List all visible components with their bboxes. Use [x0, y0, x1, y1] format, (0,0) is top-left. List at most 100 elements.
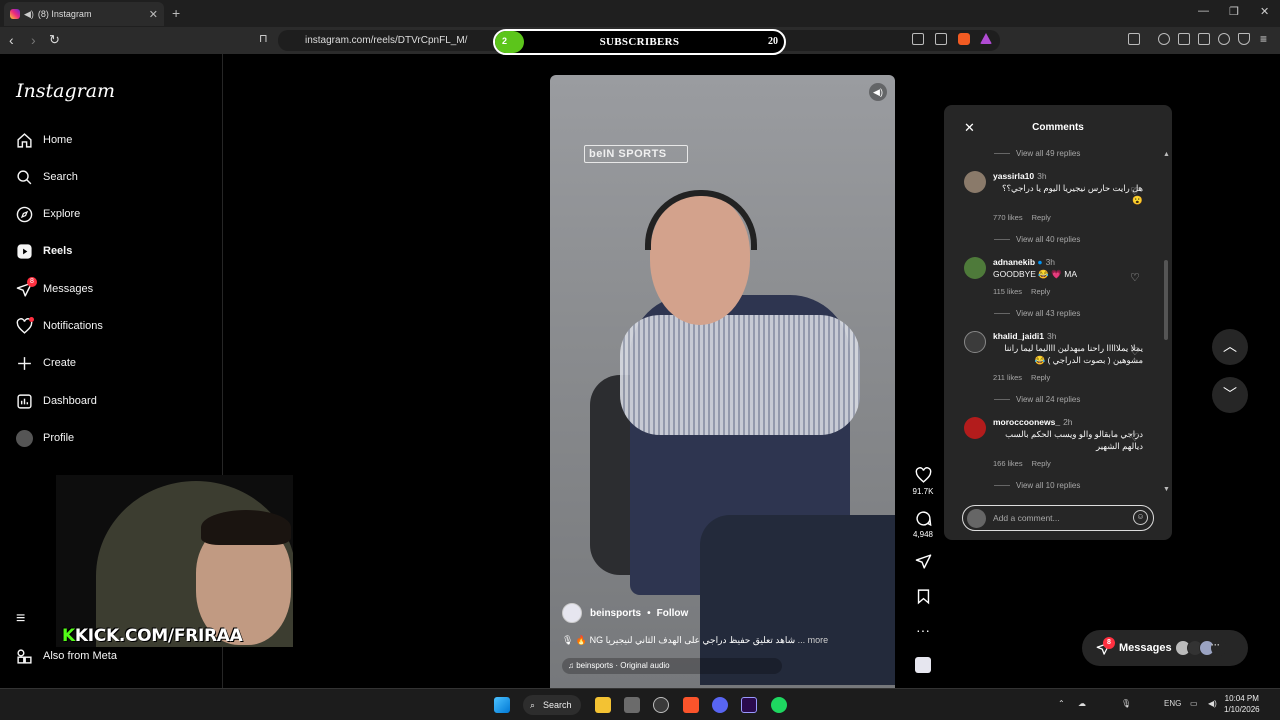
sidebar-item-explore[interactable]: Explore	[16, 204, 80, 224]
comment-likes[interactable]: 115 likes	[993, 287, 1022, 296]
sidebar-item-profile[interactable]: Profile	[16, 428, 74, 448]
comments-title: Comments	[1032, 122, 1084, 133]
reel-video[interactable]: beIN SPORTS ◀) beinsports • Follow 🎙 🔥 N…	[550, 75, 895, 688]
media-icon[interactable]	[1158, 33, 1170, 45]
view-replies-link[interactable]: View all 24 replies	[994, 395, 1080, 404]
sidebar-item-reels[interactable]: Reels	[16, 241, 72, 261]
sidebar-item-home[interactable]: Home	[16, 130, 72, 150]
sidebar-item-meta[interactable]: Also from Meta	[16, 646, 117, 666]
comment-likes[interactable]: 166 likes	[993, 459, 1023, 468]
scrollbar-thumb[interactable]	[1164, 260, 1168, 340]
like-action[interactable]: 91.7K	[908, 467, 938, 496]
spotify-icon[interactable]	[771, 697, 787, 713]
save-action[interactable]	[908, 588, 938, 608]
maximize-button[interactable]: ❐	[1229, 5, 1239, 18]
cast-icon[interactable]	[912, 33, 924, 45]
brave-browser-icon[interactable]	[683, 697, 699, 713]
comment-like-icon[interactable]: ♡	[1130, 431, 1140, 444]
previous-reel-button[interactable]: ︿	[1212, 329, 1248, 365]
comment-username[interactable]: moroccoonews_	[993, 417, 1060, 427]
next-reel-button[interactable]: ﹀	[1212, 377, 1248, 413]
close-tab-icon[interactable]: ✕	[149, 8, 158, 21]
forward-icon[interactable]: ›	[31, 32, 36, 48]
comment-action[interactable]: 4,948	[908, 510, 938, 539]
view-replies-link[interactable]: View all 43 replies	[994, 309, 1080, 318]
author-avatar[interactable]	[562, 603, 582, 623]
reel-audio-track[interactable]: ♫ beinsports · Original audio	[562, 658, 782, 674]
comment-likes[interactable]: 770 likes	[993, 213, 1023, 222]
more-menu-button[interactable]: ≡	[16, 609, 25, 629]
comment-user[interactable]: khalid_jaidi1 3h	[993, 331, 1057, 341]
onedrive-icon[interactable]: ☁	[1078, 699, 1086, 708]
reply-button[interactable]: Reply	[1031, 373, 1050, 382]
reply-button[interactable]: Reply	[1032, 459, 1051, 468]
follow-button[interactable]: Follow	[657, 608, 689, 619]
speaker-icon[interactable]: ◀)	[24, 9, 34, 20]
view-replies-link[interactable]: View all 10 replies	[994, 481, 1080, 490]
sidebar-item-create[interactable]: Create	[16, 353, 76, 373]
comment-username[interactable]: yassirla10	[993, 171, 1034, 181]
messages-pill[interactable]: 8 Messages ···	[1082, 630, 1248, 666]
premiere-icon[interactable]	[741, 697, 757, 713]
caption-more-link[interactable]: ... more	[798, 635, 829, 645]
volume-icon[interactable]: ◀)	[1208, 699, 1217, 708]
comment-like-icon[interactable]: ♡	[1130, 185, 1140, 198]
microphone-icon[interactable]: 🎙	[1121, 699, 1131, 708]
comment-avatar[interactable]	[964, 331, 986, 353]
audio-thumbnail[interactable]	[908, 657, 938, 676]
reload-icon[interactable]: ↻	[49, 32, 60, 48]
network-icon[interactable]: ▭	[1190, 699, 1198, 708]
obs-icon[interactable]	[653, 697, 669, 713]
menu-icon[interactable]: ≡	[1260, 32, 1267, 46]
comment-user[interactable]: adnanekib ● 3h	[993, 257, 1055, 267]
taskbar-search[interactable]: ⌕ Search	[523, 695, 581, 715]
more-options-icon[interactable]: ···	[908, 622, 938, 638]
comment-avatar[interactable]	[964, 257, 986, 279]
comment-likes[interactable]: 211 likes	[993, 373, 1022, 382]
wallet-icon[interactable]	[1198, 33, 1210, 45]
bookmark-icon[interactable]: ⊓	[259, 32, 268, 45]
file-explorer-icon[interactable]	[595, 697, 611, 713]
add-comment-input[interactable]	[993, 511, 1123, 525]
comment-user[interactable]: moroccoonews_ 2h	[993, 417, 1073, 427]
audio-toggle-icon[interactable]: ◀)	[869, 83, 887, 101]
sidebar-item-search[interactable]: Search	[16, 167, 78, 187]
vpn-icon[interactable]	[1238, 33, 1250, 45]
emoji-icon[interactable]: ☺	[1133, 510, 1148, 525]
share-icon[interactable]	[935, 33, 947, 45]
discord-icon[interactable]	[712, 697, 728, 713]
comment-username[interactable]: khalid_jaidi1	[993, 331, 1044, 341]
tray-chevron-icon[interactable]: ⌃	[1058, 699, 1065, 708]
start-icon[interactable]	[494, 697, 510, 713]
instagram-logo[interactable]: Instagram	[16, 80, 115, 102]
close-window-button[interactable]: ✕	[1260, 5, 1269, 18]
comment-avatar[interactable]	[964, 417, 986, 439]
comments-scrollbar[interactable]	[1164, 150, 1168, 495]
sidebar-item-notifications[interactable]: Notifications	[16, 316, 103, 336]
reader-icon[interactable]	[1178, 33, 1190, 45]
browser-tab[interactable]: ◀) (8) Instagram ✕	[4, 2, 164, 26]
comment-like-icon[interactable]: ♡	[1130, 345, 1140, 358]
comment-user[interactable]: yassirla10 3h	[993, 171, 1047, 181]
leo-icon[interactable]	[1218, 33, 1230, 45]
comment-username[interactable]: adnanekib	[993, 257, 1035, 267]
minimize-button[interactable]: —	[1198, 5, 1209, 17]
view-replies-link[interactable]: View all 49 replies	[994, 149, 1080, 158]
reply-button[interactable]: Reply	[1031, 287, 1050, 296]
snipping-tool-icon[interactable]	[624, 697, 640, 713]
author-name[interactable]: beinsports	[590, 608, 641, 619]
rewards-icon[interactable]	[980, 33, 992, 44]
brave-shield-icon[interactable]	[958, 33, 970, 45]
taskbar-clock[interactable]: 10:04 PM 1/10/2026	[1224, 693, 1260, 715]
sidebar-item-dashboard[interactable]: Dashboard	[16, 391, 97, 411]
share-action[interactable]	[908, 553, 938, 573]
keyboard-language[interactable]: ENG	[1164, 699, 1181, 708]
new-tab-button[interactable]: +	[172, 5, 180, 21]
sidebar-item-messages[interactable]: 8 Messages	[16, 276, 93, 299]
sidebar-toggle-icon[interactable]	[1128, 33, 1140, 45]
comment-like-icon[interactable]: ♡	[1130, 271, 1140, 284]
comment-avatar[interactable]	[964, 171, 986, 193]
back-icon[interactable]: ‹	[9, 32, 14, 48]
reply-button[interactable]: Reply	[1032, 213, 1051, 222]
view-replies-link[interactable]: View all 40 replies	[994, 235, 1080, 244]
